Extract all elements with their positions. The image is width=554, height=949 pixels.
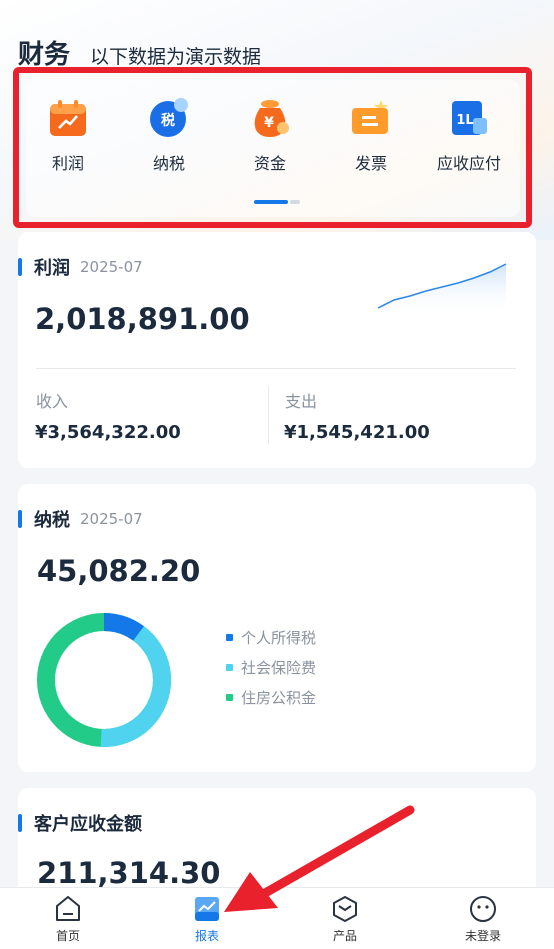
column-divider — [268, 386, 269, 444]
nav-label: 产品 — [332, 929, 357, 943]
income-value: ¥3,564,322.00 — [35, 422, 181, 443]
annotation-highlight-box — [13, 67, 532, 228]
tax-donut-chart — [37, 613, 171, 747]
card-accent-bar — [18, 258, 22, 276]
card-title: 纳税 — [34, 510, 70, 531]
income-label: 收入 — [36, 392, 69, 411]
tax-legend: 个人所得税 社会保险费 住房公积金 — [226, 622, 316, 712]
nav-label: 首页 — [55, 929, 80, 943]
nav-item-home[interactable]: 首页 — [28, 894, 108, 944]
nav-label: 未登录 — [464, 929, 501, 943]
card-accent-bar — [18, 510, 22, 528]
tax-card[interactable]: 纳税 2025-07 45,082.20 个人所得税 社会保险费 住房公积金 — [18, 484, 536, 772]
legend-swatch — [226, 633, 233, 641]
report-chart-icon — [192, 894, 222, 924]
profit-trend-sparkline — [377, 263, 507, 316]
legend-item: 社会保险费 — [226, 652, 316, 682]
card-header: 纳税 2025-07 — [18, 506, 143, 532]
annotation-arrow-icon — [224, 805, 415, 912]
card-accent-bar — [18, 814, 22, 832]
card-period: 2025-07 — [80, 258, 143, 276]
receivable-value: 211,314.30 — [37, 856, 221, 890]
page-title: 财务 — [18, 40, 71, 70]
page-header: 财务 以下数据为演示数据 — [18, 34, 261, 71]
nav-label: 报表 — [194, 929, 219, 943]
demo-data-note: 以下数据为演示数据 — [90, 46, 262, 68]
legend-item: 住房公积金 — [226, 682, 316, 712]
profit-value: 2,018,891.00 — [35, 302, 250, 336]
card-header: 客户应收金额 — [18, 810, 142, 836]
legend-swatch — [226, 693, 233, 701]
card-title: 客户应收金额 — [34, 814, 142, 835]
card-period: 2025-07 — [80, 510, 143, 528]
legend-label: 住房公积金 — [241, 688, 317, 707]
legend-item: 个人所得税 — [226, 622, 316, 652]
card-title: 利润 — [34, 258, 70, 279]
card-header: 利润 2025-07 — [18, 254, 143, 280]
card-divider — [36, 368, 516, 369]
tax-value: 45,082.20 — [37, 554, 201, 588]
expense-label: 支出 — [285, 392, 318, 411]
profit-card[interactable]: 利润 2025-07 2,018,891.00 收入 ¥3,564,322.00… — [18, 232, 536, 468]
legend-label: 个人所得税 — [241, 628, 317, 647]
home-icon — [53, 894, 83, 924]
legend-label: 社会保险费 — [241, 658, 317, 677]
smiley-face-icon — [468, 894, 498, 924]
nav-item-account[interactable]: 未登录 — [443, 894, 523, 944]
legend-swatch — [226, 663, 233, 671]
expense-value: ¥1,545,421.00 — [284, 422, 430, 443]
